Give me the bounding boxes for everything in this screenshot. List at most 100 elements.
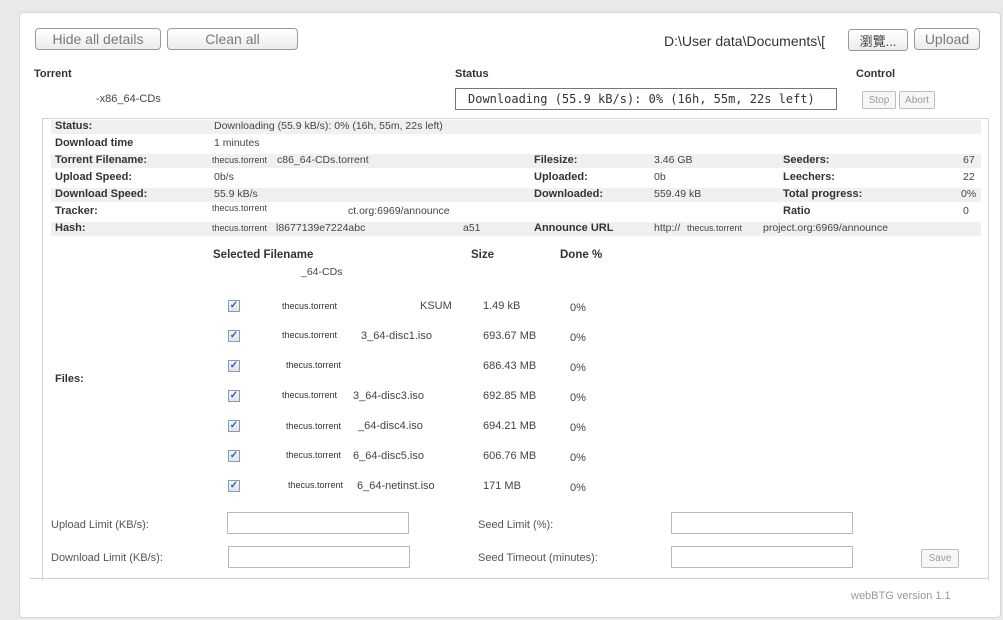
- done-header: Done %: [560, 249, 603, 261]
- leechers-value: 22: [963, 171, 975, 183]
- downloaded-value: 559.49 kB: [654, 188, 702, 200]
- save-button[interactable]: Save: [921, 549, 959, 568]
- clean-all-button[interactable]: Clean all: [167, 28, 298, 50]
- leechers-label: Leechers:: [783, 171, 835, 183]
- file-name: _64-disc4.iso: [358, 420, 423, 432]
- browse-button[interactable]: 瀏覽...: [848, 29, 908, 51]
- seeders-value: 67: [963, 154, 975, 166]
- file-name-prefix: thecus.torrent: [282, 330, 338, 340]
- file-name-prefix: thecus.torrent: [286, 421, 342, 431]
- download-speed-label: Download Speed:: [55, 188, 148, 200]
- seed-limit-label: Seed Limit (%):: [478, 519, 554, 531]
- seed-timeout-label: Seed Timeout (minutes):: [478, 552, 598, 564]
- file-path-field[interactable]: D:\User data\Documents\[: [664, 29, 848, 53]
- detail-row-hash: Hash: thecus.torrent l8677139e7224abc a5…: [51, 222, 981, 236]
- seed-limit-input[interactable]: [671, 512, 853, 534]
- upload-limit-input[interactable]: [227, 512, 409, 534]
- filesize-label: Filesize:: [534, 154, 578, 166]
- stop-button[interactable]: Stop: [862, 91, 896, 109]
- download-speed-value: 55.9 kB/s: [214, 188, 258, 200]
- announce-url-label: Announce URL: [534, 222, 614, 234]
- total-progress-value: 0%: [961, 188, 977, 200]
- file-done: 0%: [570, 302, 586, 314]
- download-limit-input[interactable]: [228, 546, 410, 568]
- seed-timeout-input[interactable]: [671, 546, 853, 568]
- uploaded-value: 0b: [654, 171, 666, 183]
- tracker-label: Tracker:: [55, 205, 98, 217]
- detail-row-filename: Torrent Filename: thecus.torrent c86_64-…: [51, 154, 981, 168]
- file-size: 693.67 MB: [483, 330, 537, 342]
- file-checkbox[interactable]: ✓: [228, 360, 240, 372]
- file-checkbox[interactable]: ✓: [228, 390, 240, 402]
- file-name-prefix: thecus.torrent: [288, 480, 344, 490]
- hash-value: l8677139e7224abc: [276, 222, 366, 234]
- file-name-prefix: thecus.torrent: [282, 301, 338, 311]
- hash-label: Hash:: [55, 222, 86, 234]
- selected-filename-header: Selected Filename: [213, 249, 314, 261]
- detail-row-upload: Upload Speed: 0b/s Uploaded: 0b Leechers…: [51, 171, 981, 185]
- tracker-value: ct.org:6969/announce: [348, 205, 450, 217]
- file-name-prefix: thecus.torrent: [282, 390, 338, 400]
- detail-row-download: Download Speed: 55.9 kB/s Downloaded: 55…: [51, 188, 981, 202]
- upload-button[interactable]: Upload: [914, 28, 980, 50]
- file-checkbox[interactable]: ✓: [228, 420, 240, 432]
- file-size: 1.49 kB: [483, 300, 521, 312]
- size-header: Size: [471, 249, 495, 261]
- file-size: 171 MB: [483, 480, 521, 492]
- downloaded-label: Downloaded:: [534, 188, 604, 200]
- file-done: 0%: [570, 422, 586, 434]
- control-header: Control: [856, 68, 896, 80]
- torrent-status-box: Downloading (55.9 kB/s): 0% (16h, 55m, 2…: [455, 88, 837, 110]
- file-name: 3_64-disc3.iso: [353, 390, 424, 402]
- torrent-name[interactable]: -x86_64-CDs: [96, 93, 161, 105]
- torrent-panel: Hide all details Clean all D:\User data\…: [19, 12, 1001, 618]
- file-checkbox[interactable]: ✓: [228, 480, 240, 492]
- filesize-value: 3.46 GB: [654, 154, 693, 166]
- torrent-details: Status: Downloading (55.9 kB/s): 0% (16h…: [42, 118, 989, 581]
- download-limit-label: Download Limit (KB/s):: [51, 552, 163, 564]
- detail-row-tracker: Tracker: thecus.torrent ct.org:6969/anno…: [51, 203, 981, 219]
- file-done: 0%: [570, 482, 586, 494]
- hash-suffix: a51: [463, 222, 481, 234]
- hash-prefix: thecus.torrent: [212, 223, 268, 233]
- upload-speed-label: Upload Speed:: [55, 171, 133, 183]
- download-time-label: Download time: [55, 137, 134, 149]
- file-name: 6_64-netinst.iso: [357, 480, 435, 492]
- file-name: 3_64-disc1.iso: [361, 330, 432, 342]
- file-done: 0%: [570, 362, 586, 374]
- file-done: 0%: [570, 452, 586, 464]
- file-name-prefix: thecus.torrent: [286, 450, 342, 460]
- file-name: 6_64-disc5.iso: [353, 450, 424, 462]
- seeders-label: Seeders:: [783, 154, 830, 166]
- status-header: Status: [455, 68, 489, 80]
- status-label: Status:: [55, 120, 93, 132]
- detail-row-dltime: Download time 1 minutes: [51, 137, 981, 151]
- tracker-prefix: thecus.torrent: [212, 203, 268, 213]
- file-done: 0%: [570, 332, 586, 344]
- version-label: webBTG version 1.1: [851, 590, 951, 602]
- file-name-prefix: thecus.torrent: [286, 360, 342, 370]
- footer-divider: [30, 578, 988, 579]
- torrent-filename-value: c86_64-CDs.torrent: [277, 154, 369, 166]
- torrent-header: Torrent: [34, 68, 72, 80]
- folder-name: _64-CDs: [301, 266, 343, 278]
- file-checkbox[interactable]: ✓: [228, 450, 240, 462]
- file-name: KSUM: [420, 300, 452, 312]
- file-size: 694.21 MB: [483, 420, 537, 432]
- abort-button[interactable]: Abort: [899, 91, 935, 109]
- torrent-filename-prefix: thecus.torrent: [212, 155, 268, 165]
- file-size: 686.43 MB: [483, 360, 537, 372]
- detail-row-status: Status: Downloading (55.9 kB/s): 0% (16h…: [51, 120, 981, 134]
- file-checkbox[interactable]: ✓: [228, 330, 240, 342]
- file-done: 0%: [570, 392, 586, 404]
- ratio-label: Ratio: [783, 205, 811, 217]
- status-value: Downloading (55.9 kB/s): 0% (16h, 55m, 2…: [214, 120, 443, 132]
- file-checkbox[interactable]: ✓: [228, 300, 240, 312]
- uploaded-label: Uploaded:: [534, 171, 588, 183]
- file-size: 692.85 MB: [483, 390, 537, 402]
- announce-url-value: project.org:6969/announce: [763, 222, 888, 234]
- total-progress-label: Total progress:: [783, 188, 863, 200]
- download-time-value: 1 minutes: [214, 137, 260, 149]
- hide-all-details-button[interactable]: Hide all details: [35, 28, 161, 50]
- announce-url-mid: thecus.torrent: [687, 223, 743, 233]
